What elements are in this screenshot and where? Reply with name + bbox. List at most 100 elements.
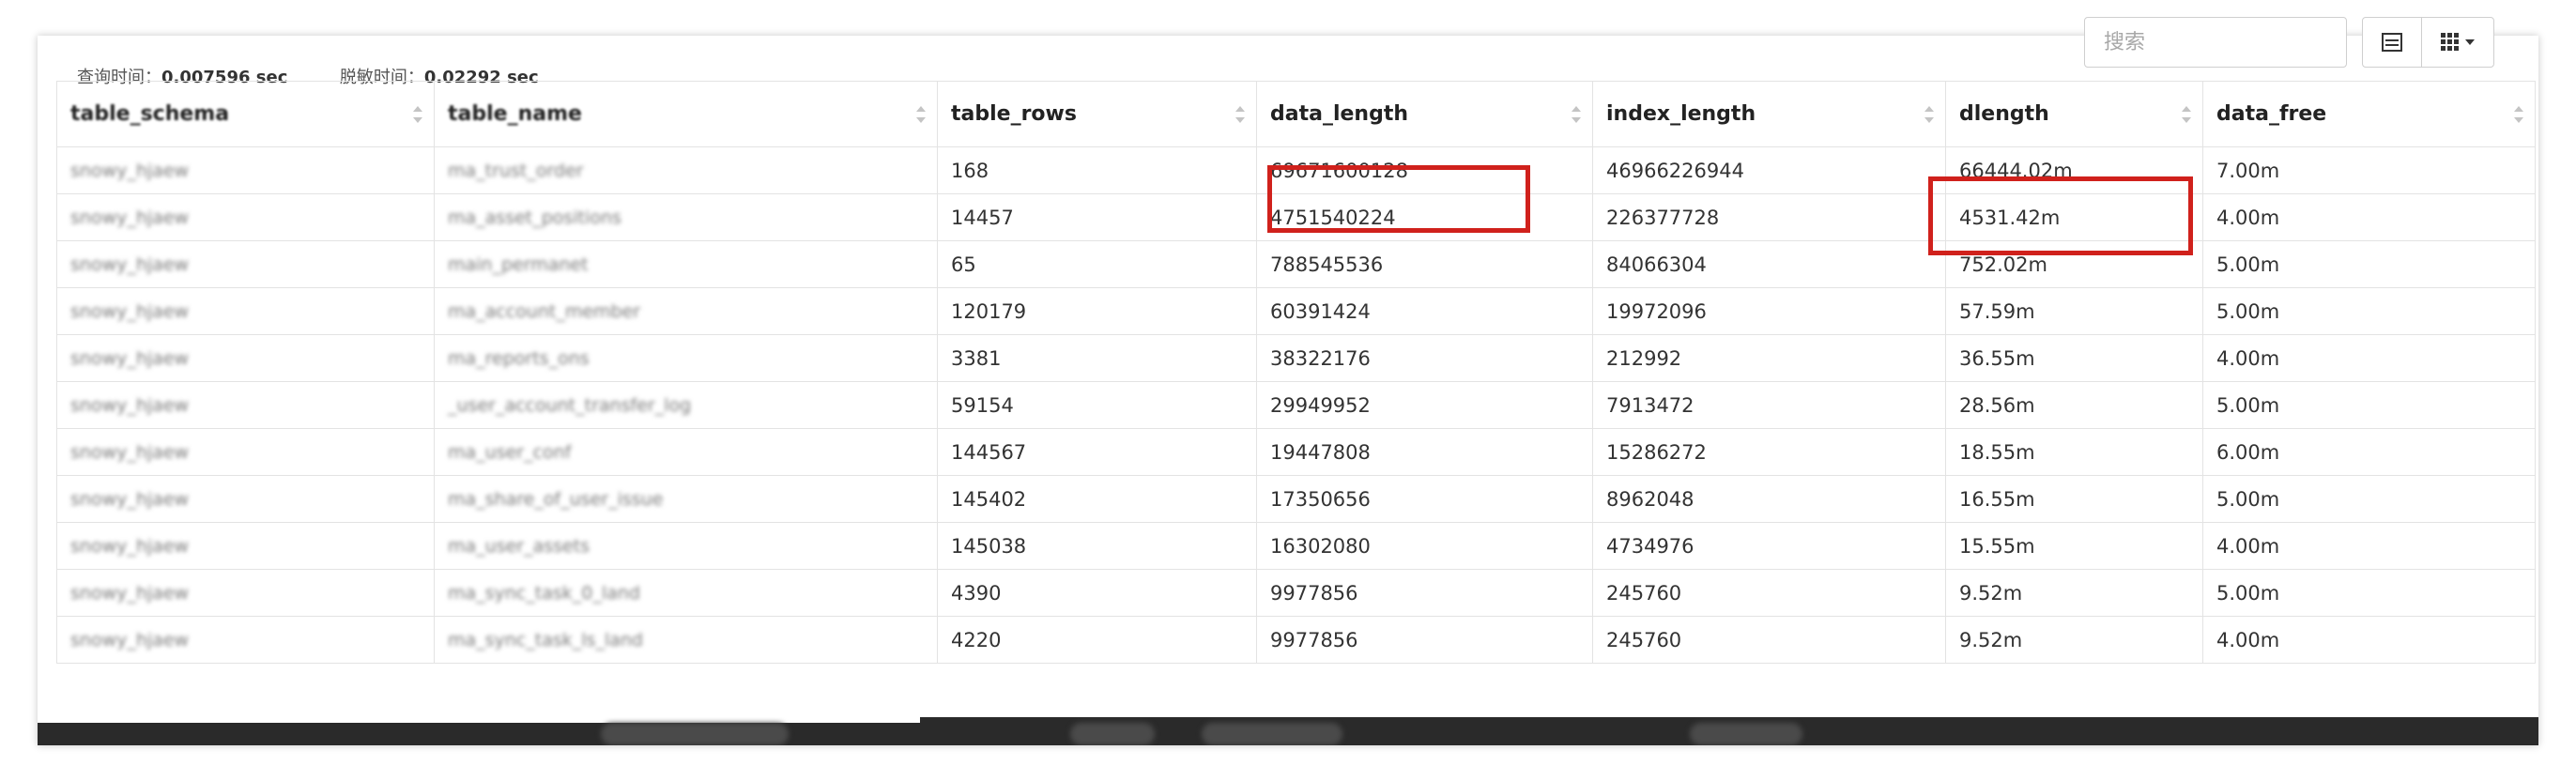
table-row: snowy_hjaew ma_share_of_user_issue 14540… <box>56 475 2536 523</box>
table-row: snowy_hjaew ma_sync_task_0_land 4390 997… <box>56 569 2536 617</box>
cell-table-rows: 168 <box>937 146 1257 194</box>
cell-data-free: 4.00m <box>2202 522 2536 570</box>
cell-table-schema: snowy_hjaew <box>56 334 435 382</box>
footer-bar <box>38 717 2538 745</box>
cell-table-schema: snowy_hjaew <box>56 240 435 288</box>
column-header-table-schema[interactable]: table_schema <box>56 81 435 147</box>
columns-dropdown-button[interactable] <box>2421 17 2494 68</box>
cell-table-rows: 145402 <box>937 475 1257 523</box>
cell-table-name: ma_sync_task_0_land <box>434 569 938 617</box>
table-header-row: table_schema table_name table_rows data_… <box>56 81 2536 147</box>
cell-data-free: 5.00m <box>2202 569 2536 617</box>
chevron-down-icon <box>2465 39 2475 45</box>
column-header-dlength[interactable]: dlength <box>1945 81 2203 147</box>
cell-data-free: 7.00m <box>2202 146 2536 194</box>
cell-index-length: 212992 <box>1592 334 1946 382</box>
cell-data-length: 17350656 <box>1256 475 1593 523</box>
cell-data-free: 5.00m <box>2202 240 2536 288</box>
column-header-data-length[interactable]: data_length <box>1256 81 1593 147</box>
cell-table-schema: snowy_hjaew <box>56 193 435 241</box>
column-header-table-name[interactable]: table_name <box>434 81 938 147</box>
cell-data-length: 38322176 <box>1256 334 1593 382</box>
cell-index-length: 245760 <box>1592 616 1946 664</box>
cell-table-name: ma_user_conf <box>434 428 938 476</box>
cell-dlength: 36.55m <box>1945 334 2203 382</box>
cell-index-length: 245760 <box>1592 569 1946 617</box>
table-row: snowy_hjaew ma_reports_ons 3381 38322176… <box>56 334 2536 382</box>
table-row: snowy_hjaew ma_account_member 120179 603… <box>56 287 2536 335</box>
sort-icon <box>2182 105 2191 124</box>
table-icon <box>2382 33 2402 52</box>
cell-index-length: 19972096 <box>1592 287 1946 335</box>
cell-table-name: main_permanet <box>434 240 938 288</box>
cell-table-schema: snowy_hjaew <box>56 475 435 523</box>
cell-data-length: 16302080 <box>1256 522 1593 570</box>
column-header-data-free[interactable]: data_free <box>2202 81 2536 147</box>
cell-dlength: 4531.42m <box>1945 193 2203 241</box>
cell-table-name: ma_share_of_user_issue <box>434 475 938 523</box>
cell-table-name: ma_user_assets <box>434 522 938 570</box>
cell-table-name: ma_trust_order <box>434 146 938 194</box>
cell-data-free: 5.00m <box>2202 381 2536 429</box>
cell-table-rows: 144567 <box>937 428 1257 476</box>
column-header-index-length[interactable]: index_length <box>1592 81 1946 147</box>
cell-data-free: 4.00m <box>2202 193 2536 241</box>
cell-data-free: 6.00m <box>2202 428 2536 476</box>
cell-index-length: 8962048 <box>1592 475 1946 523</box>
cell-table-schema: snowy_hjaew <box>56 616 435 664</box>
column-header-table-rows[interactable]: table_rows <box>937 81 1257 147</box>
cell-data-length: 60391424 <box>1256 287 1593 335</box>
cell-index-length: 15286272 <box>1592 428 1946 476</box>
cell-table-name: ma_account_member <box>434 287 938 335</box>
table-row: snowy_hjaew ma_user_assets 145038 163020… <box>56 522 2536 570</box>
cell-index-length: 4734976 <box>1592 522 1946 570</box>
sort-icon <box>1235 105 1245 124</box>
sort-icon <box>2514 105 2523 124</box>
cell-table-schema: snowy_hjaew <box>56 287 435 335</box>
cell-data-free: 4.00m <box>2202 334 2536 382</box>
cell-table-schema: snowy_hjaew <box>56 146 435 194</box>
cell-index-length: 46966226944 <box>1592 146 1946 194</box>
cell-table-name: ma_reports_ons <box>434 334 938 382</box>
cell-table-rows: 120179 <box>937 287 1257 335</box>
cell-dlength: 752.02m <box>1945 240 2203 288</box>
cell-table-schema: snowy_hjaew <box>56 428 435 476</box>
table-row: snowy_hjaew _user_account_transfer_log 5… <box>56 381 2536 429</box>
table-row: snowy_hjaew ma_asset_positions 14457 475… <box>56 193 2536 241</box>
grid-icon <box>2441 33 2460 52</box>
cell-dlength: 28.56m <box>1945 381 2203 429</box>
cell-table-name: ma_asset_positions <box>434 193 938 241</box>
sort-icon <box>1924 105 1934 124</box>
cell-dlength: 9.52m <box>1945 616 2203 664</box>
cell-table-rows: 14457 <box>937 193 1257 241</box>
cell-table-rows: 59154 <box>937 381 1257 429</box>
cell-dlength: 66444.02m <box>1945 146 2203 194</box>
toggle-view-button[interactable] <box>2362 17 2422 68</box>
cell-table-rows: 145038 <box>937 522 1257 570</box>
cell-table-rows: 3381 <box>937 334 1257 382</box>
cell-data-free: 4.00m <box>2202 616 2536 664</box>
cell-table-rows: 65 <box>937 240 1257 288</box>
cell-table-rows: 4220 <box>937 616 1257 664</box>
cell-data-free: 5.00m <box>2202 287 2536 335</box>
results-table: table_schema table_name table_rows data_… <box>56 81 2536 664</box>
cell-data-length: 69671600128 <box>1256 146 1593 194</box>
cell-table-rows: 4390 <box>937 569 1257 617</box>
cell-table-name: ma_sync_task_ls_land <box>434 616 938 664</box>
search-input[interactable] <box>2084 17 2347 68</box>
cell-data-length: 9977856 <box>1256 616 1593 664</box>
table-row: snowy_hjaew main_permanet 65 788545536 8… <box>56 240 2536 288</box>
cell-dlength: 9.52m <box>1945 569 2203 617</box>
cell-dlength: 18.55m <box>1945 428 2203 476</box>
cell-table-name: _user_account_transfer_log <box>434 381 938 429</box>
sort-icon <box>413 105 422 124</box>
cell-index-length: 7913472 <box>1592 381 1946 429</box>
cell-data-length: 19447808 <box>1256 428 1593 476</box>
cell-data-length: 4751540224 <box>1256 193 1593 241</box>
cell-table-schema: snowy_hjaew <box>56 569 435 617</box>
cell-table-schema: snowy_hjaew <box>56 522 435 570</box>
table-row: snowy_hjaew ma_user_conf 144567 19447808… <box>56 428 2536 476</box>
cell-data-free: 5.00m <box>2202 475 2536 523</box>
cell-data-length: 9977856 <box>1256 569 1593 617</box>
cell-data-length: 29949952 <box>1256 381 1593 429</box>
